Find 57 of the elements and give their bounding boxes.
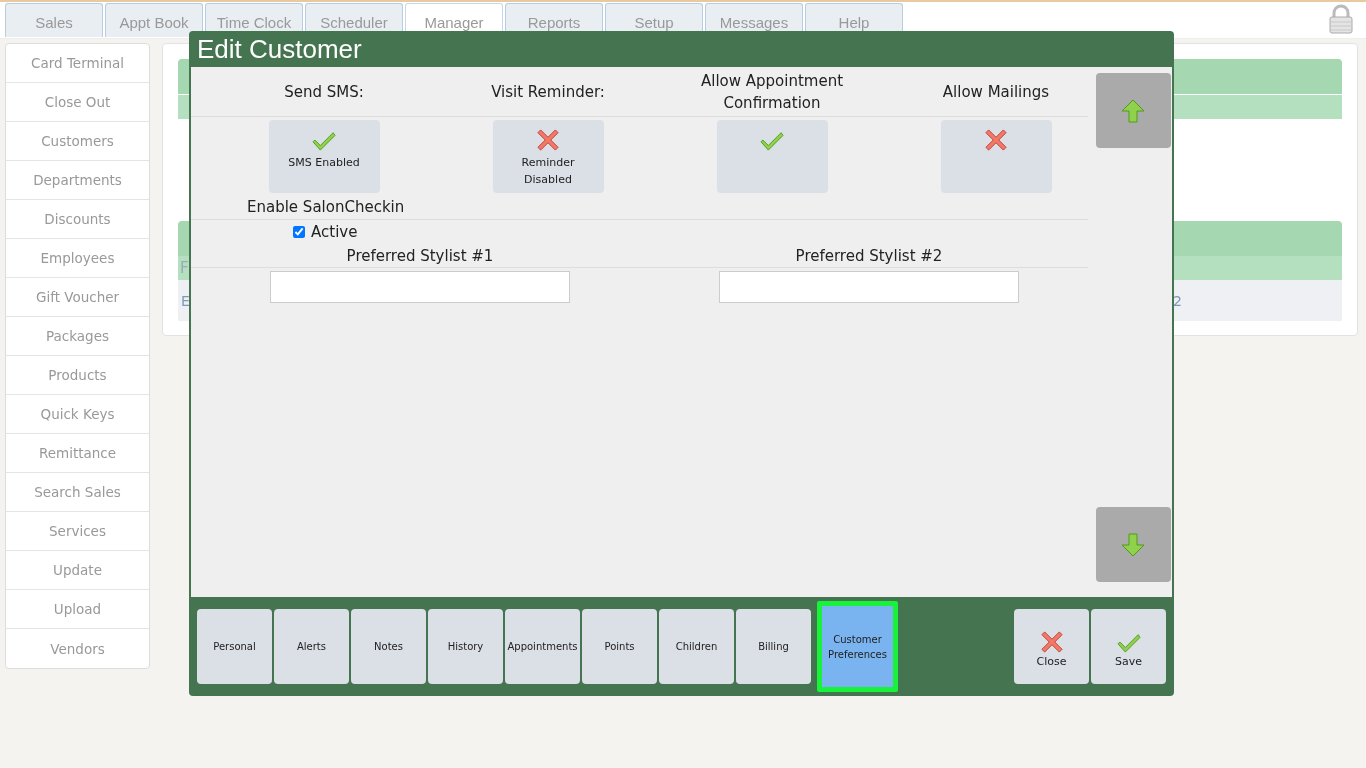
tab[interactable]: Customer Preferences — [817, 601, 898, 692]
sidebar-item[interactable]: Vendors — [6, 629, 149, 668]
field-label: Preferred Stylist #1 — [345, 246, 495, 265]
checkin-label: Enable SalonCheckin — [247, 198, 405, 217]
scroll-up-button[interactable] — [1095, 73, 1171, 149]
scroll-down-button[interactable] — [1095, 507, 1171, 582]
arrow-up-icon — [1120, 97, 1146, 124]
checkbox[interactable] — [293, 226, 305, 239]
tab[interactable]: Children — [659, 609, 734, 684]
sidebar-item[interactable]: Card Terminal — [6, 44, 149, 83]
sidebar-item[interactable]: Close Out — [6, 83, 149, 122]
sidebar-item[interactable]: Packages — [6, 317, 149, 356]
tab[interactable]: Alerts — [274, 609, 349, 684]
toggle-button[interactable]: SMS Enabled — [268, 120, 380, 194]
preference-label: Send SMS: — [283, 81, 365, 103]
tab[interactable]: Points — [582, 609, 657, 684]
tab[interactable]: Notes — [351, 609, 426, 684]
cross-icon — [1039, 631, 1064, 653]
checkmark-icon — [312, 129, 336, 152]
preference-label: Visit Reminder: — [490, 81, 606, 103]
sidebar-item[interactable]: Quick Keys — [6, 395, 149, 434]
toggle-button[interactable] — [716, 120, 828, 194]
save-button[interactable]: Save — [1091, 609, 1166, 684]
close-button[interactable]: Close — [1014, 609, 1089, 684]
preference-label: Allow Appointment Confirmation — [699, 70, 845, 114]
toggle-button[interactable]: Reminder Disabled — [492, 120, 604, 194]
arrow-down-icon — [1120, 531, 1146, 558]
sidebar-item[interactable]: Upload — [6, 590, 149, 629]
sidebar-item[interactable]: Services — [6, 512, 149, 551]
tab[interactable]: Appointments — [505, 609, 580, 684]
cell-text: 2 — [1173, 292, 1182, 309]
cell-text: E — [181, 292, 190, 309]
sidebar-item[interactable]: Gift Voucher — [6, 278, 149, 317]
cross-icon — [536, 129, 560, 152]
tab[interactable]: Billing — [736, 609, 811, 684]
sidebar-item[interactable]: Customers — [6, 122, 149, 161]
lock-icon[interactable] — [1328, 4, 1354, 34]
field-label: Preferred Stylist #2 — [794, 246, 944, 265]
sidebar-item[interactable]: Discounts — [6, 200, 149, 239]
input-field[interactable] — [270, 271, 570, 304]
sidebar-item[interactable]: Update — [6, 551, 149, 590]
tab[interactable]: History — [428, 609, 503, 684]
checkmark-icon — [760, 129, 784, 152]
input-field[interactable] — [719, 271, 1019, 304]
sidebar-item[interactable]: Search Sales — [6, 473, 149, 512]
nav-tab[interactable]: Sales — [5, 3, 103, 37]
cross-icon — [984, 129, 1008, 152]
sidebar-item[interactable]: Departments — [6, 161, 149, 200]
sidebar-item[interactable]: Remittance — [6, 434, 149, 473]
sidebar-item[interactable]: Employees — [6, 239, 149, 278]
checkmark-icon — [1116, 631, 1141, 653]
nav-tab[interactable]: Appt Book — [105, 3, 203, 37]
checkbox-label: Active — [311, 223, 358, 242]
preference-label: Allow Mailings — [941, 81, 1051, 103]
toggle-button[interactable] — [940, 120, 1052, 194]
sidebar-item[interactable]: Products — [6, 356, 149, 395]
tab[interactable]: Personal — [197, 609, 272, 684]
